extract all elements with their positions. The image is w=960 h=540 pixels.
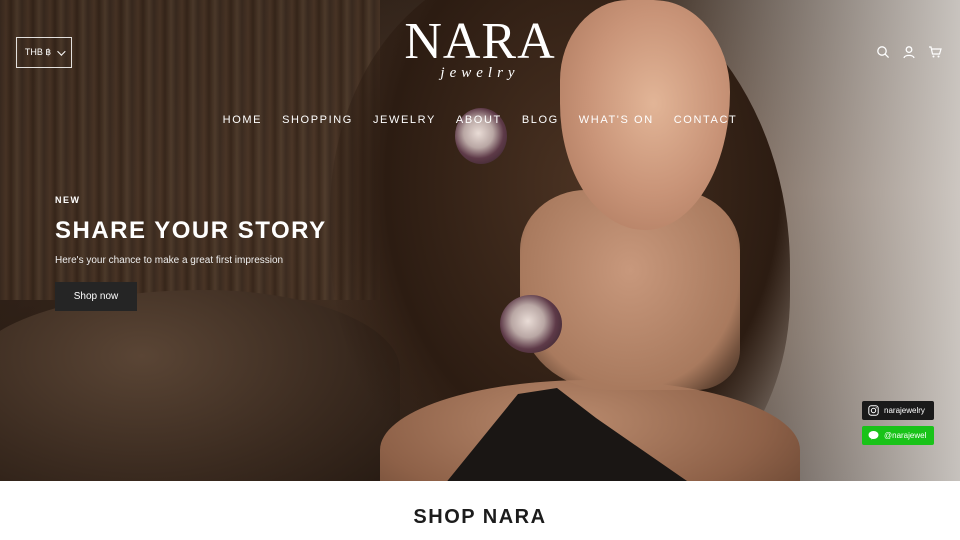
nav-contact[interactable]: CONTACT	[674, 114, 738, 126]
search-icon[interactable]	[876, 45, 890, 59]
hero-tagline: Here's your chance to make a great first…	[55, 255, 284, 266]
hero-badge: NEW	[55, 195, 81, 205]
line-badge[interactable]: @narajewel	[862, 426, 934, 445]
nav-jewelry[interactable]: JEWELRY	[373, 114, 436, 126]
flower-ring	[500, 295, 562, 353]
main-nav: HOME SHOPPING JEWELRY ABOUT BLOG WHAT'S …	[0, 114, 960, 126]
cart-icon[interactable]	[928, 45, 942, 59]
section-title: SHOP NARA	[413, 506, 547, 528]
hero-headline: SHARE YOUR STORY	[55, 217, 327, 244]
currency-label: THB ฿	[24, 47, 52, 57]
currency-selector[interactable]: THB ฿	[16, 37, 72, 68]
nav-shopping[interactable]: SHOPPING	[282, 114, 353, 126]
chevron-down-icon	[57, 46, 66, 56]
nav-home[interactable]: HOME	[223, 114, 262, 126]
nav-blog[interactable]: BLOG	[522, 114, 559, 126]
account-icon[interactable]	[902, 45, 916, 59]
nav-about[interactable]: ABOUT	[456, 114, 502, 126]
shop-now-button[interactable]: Shop now	[55, 282, 137, 311]
header-icons	[876, 45, 942, 59]
nav-whats-on[interactable]: WHAT'S ON	[579, 114, 654, 126]
hero-text: NEW SHARE YOUR STORY Here's your chance …	[55, 195, 327, 311]
instagram-handle: narajewelry	[884, 406, 925, 415]
site-logo[interactable]: NARA jewelry	[396, 13, 564, 81]
instagram-icon	[868, 405, 879, 416]
line-icon	[868, 430, 879, 441]
line-handle: @narajewel	[884, 431, 927, 440]
instagram-badge[interactable]: narajewelry	[862, 401, 934, 420]
logo-word: NARA	[404, 13, 556, 70]
